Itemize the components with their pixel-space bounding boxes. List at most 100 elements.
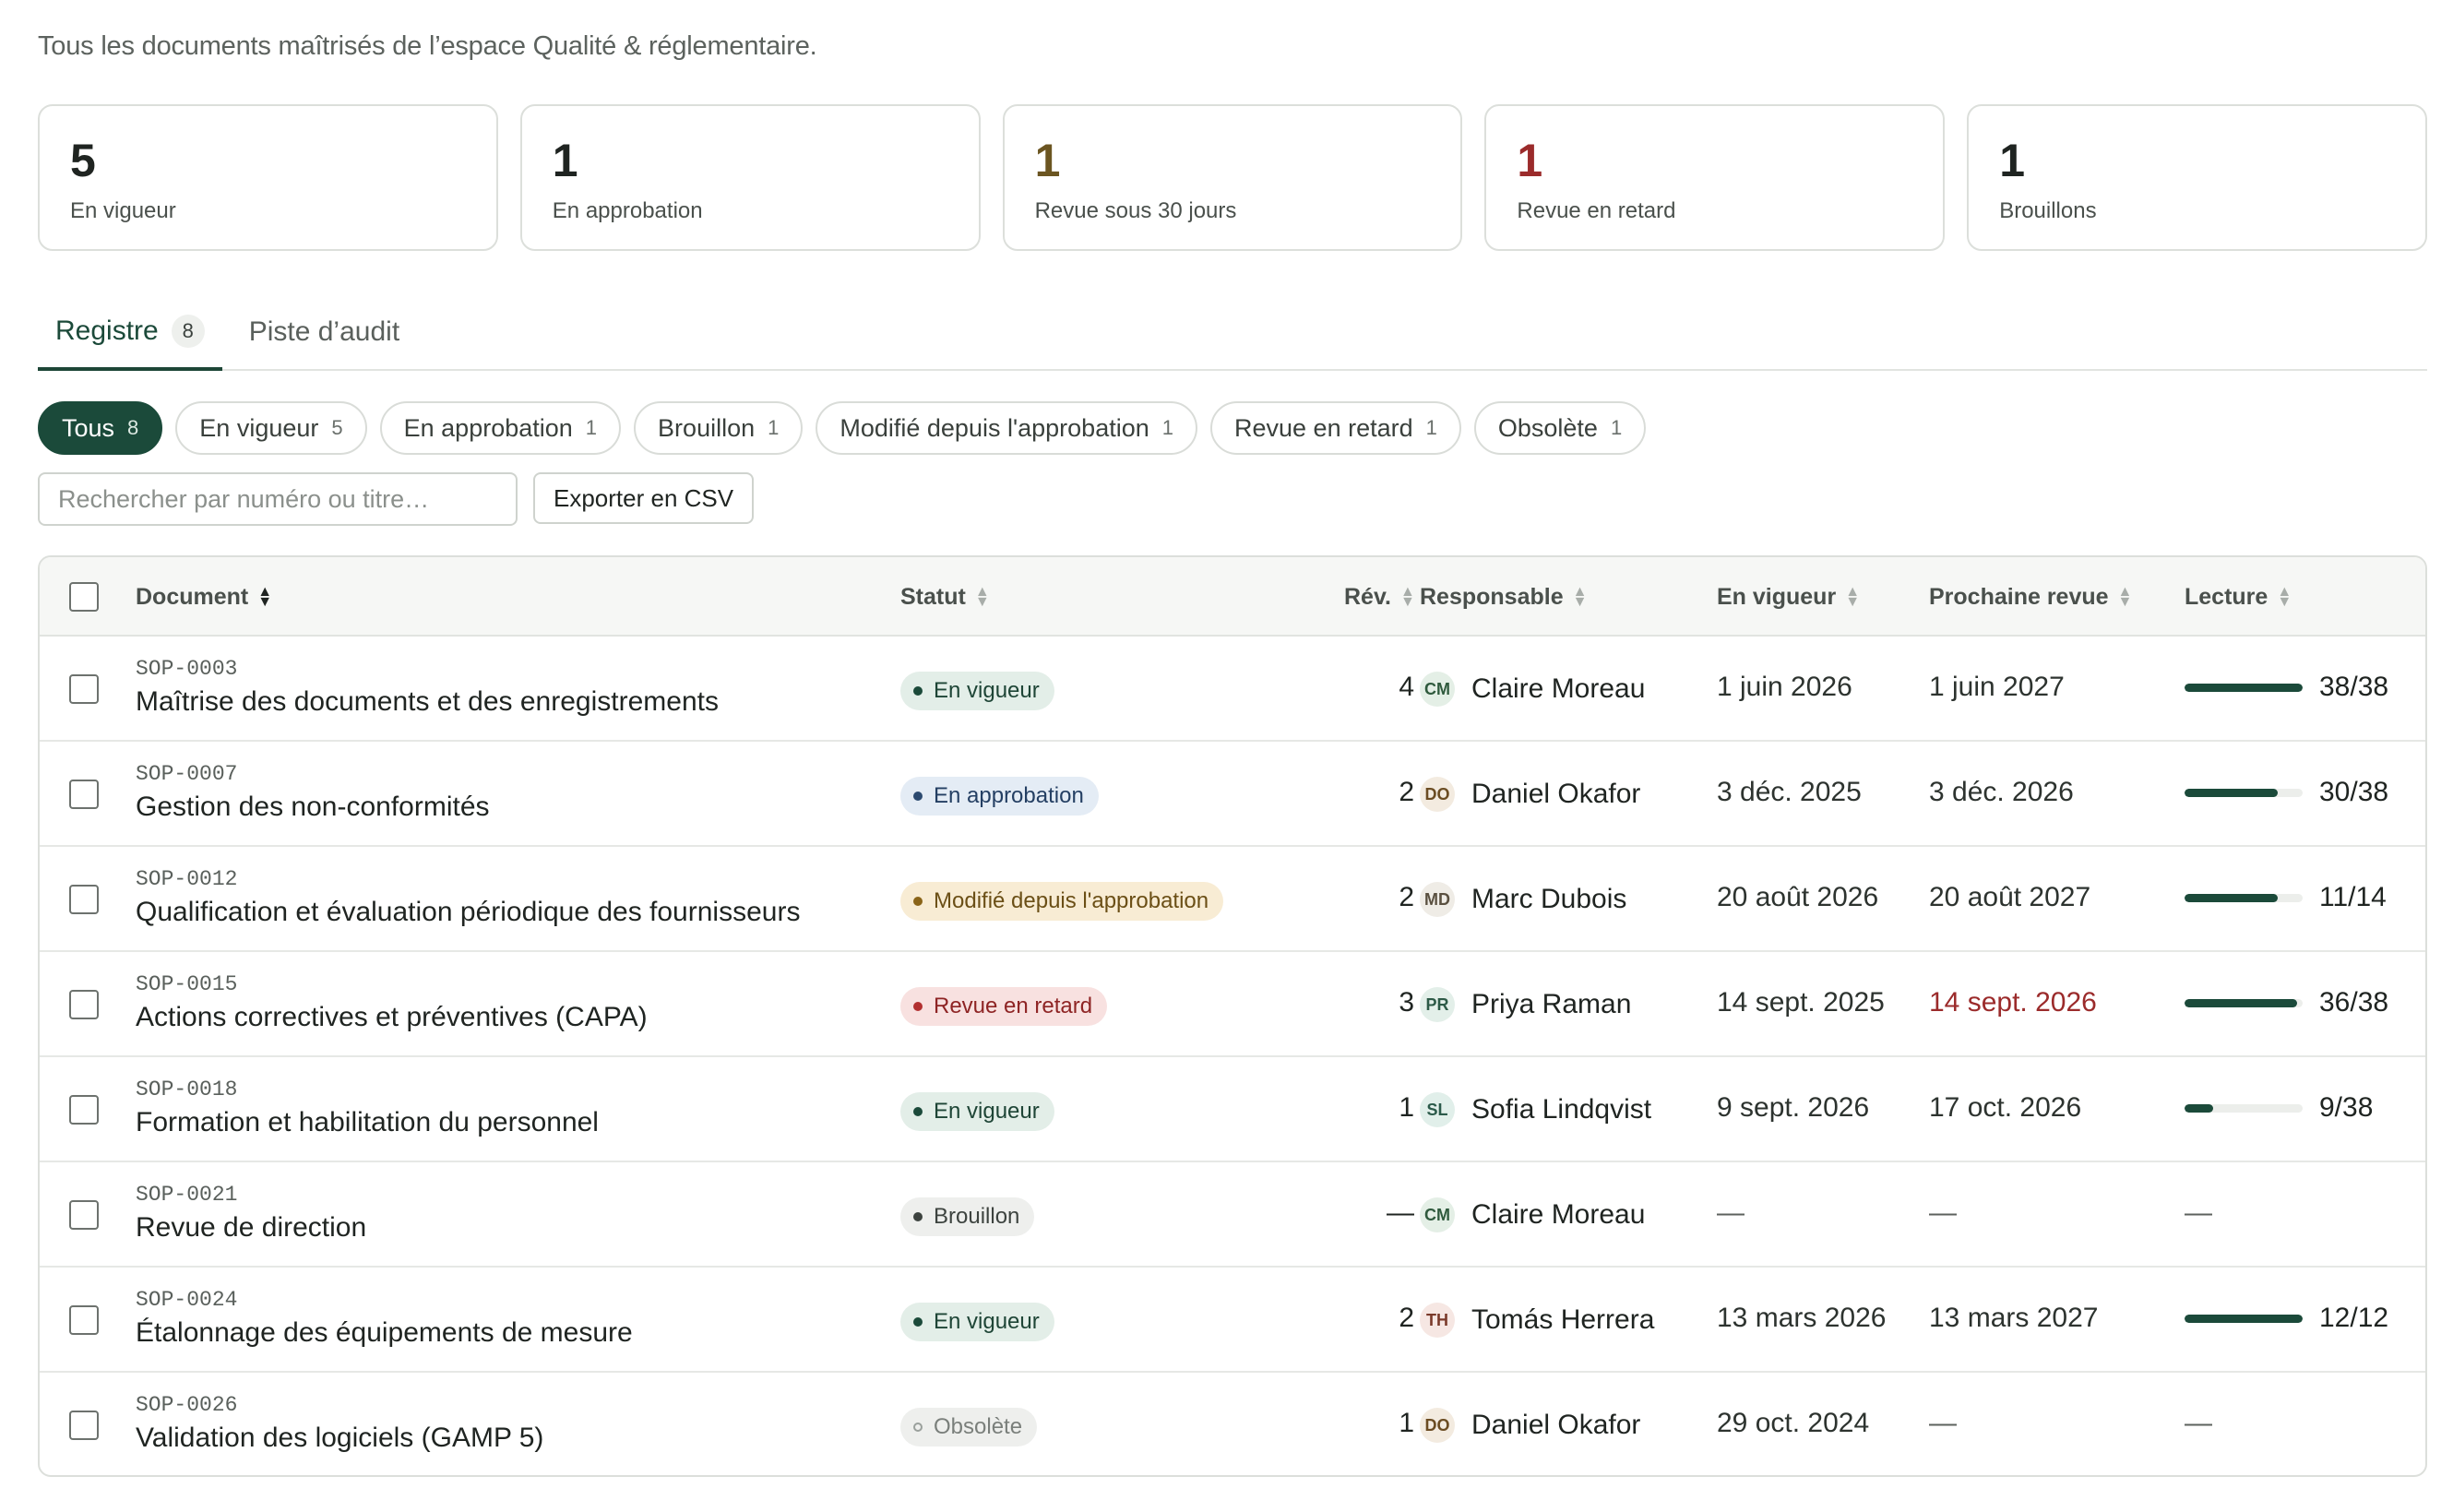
table-row[interactable]: SOP-0012 Qualification et évaluation pér…: [40, 847, 2425, 952]
status-label: Revue en retard: [934, 994, 1093, 1018]
row-checkbox[interactable]: [69, 1095, 99, 1125]
status-label: En vigueur: [934, 1309, 1040, 1334]
reading-progress: —: [2185, 1408, 2212, 1439]
status-badge: Brouillon: [900, 1197, 1035, 1236]
table-toolbar: Exporter en CSV: [38, 472, 755, 526]
chip-count: 1: [768, 416, 780, 439]
table-row[interactable]: SOP-0003 Maîtrise des documents et des e…: [40, 637, 2425, 742]
sort-icon: ▲ ▼: [257, 583, 273, 610]
reading-progress-bar: [2185, 893, 2303, 902]
tab-audit-trail[interactable]: Piste d’audit: [232, 295, 417, 369]
owner: MD Marc Dubois: [1420, 882, 1626, 917]
sort-icon: ▲ ▼: [974, 583, 990, 610]
stat-card-review-overdue[interactable]: 1 Revue en retard: [1484, 104, 1946, 251]
sort-icon: ▲ ▼: [1845, 583, 1861, 610]
row-checkbox[interactable]: [69, 1411, 99, 1440]
filter-chip-modified[interactable]: Modifié depuis l'approbation 1: [816, 401, 1197, 455]
column-header-status[interactable]: Statut ▲ ▼: [900, 557, 990, 637]
next-review-date: 3 déc. 2026: [1929, 777, 2074, 807]
reading-progress-fill: [2185, 1314, 2303, 1323]
column-header-owner[interactable]: Responsable ▲ ▼: [1420, 557, 1587, 637]
next-review-date: 1 juin 2027: [1929, 672, 2065, 702]
stat-card-review-soon[interactable]: 1 Revue sous 30 jours: [1002, 104, 1463, 251]
owner-name: Marc Dubois: [1471, 884, 1627, 914]
filter-chip-obsolete[interactable]: Obsolète 1: [1473, 401, 1647, 455]
filter-chip-overdue[interactable]: Revue en retard 1: [1210, 401, 1461, 455]
stat-value: 1: [1517, 135, 1543, 186]
column-label: Responsable: [1420, 583, 1564, 610]
effective-date: 29 oct. 2024: [1717, 1408, 1870, 1438]
document-number: SOP-0007: [136, 762, 238, 786]
stat-value: 1: [1999, 135, 2025, 186]
tab-registre[interactable]: Registre 8: [38, 295, 222, 371]
reading-progress-bar: [2185, 998, 2303, 1007]
table-row[interactable]: SOP-0007 Gestion des non-conformités En …: [40, 742, 2425, 847]
document-title[interactable]: Actions correctives et préventives (CAPA…: [136, 1002, 648, 1033]
row-checkbox[interactable]: [69, 674, 99, 704]
export-csv-button[interactable]: Exporter en CSV: [533, 472, 755, 524]
filter-chip-approval[interactable]: En approbation 1: [379, 401, 622, 455]
reading-count: —: [2185, 1197, 2212, 1228]
stat-card-effective[interactable]: 5 En vigueur: [38, 104, 498, 251]
filter-chip-draft[interactable]: Brouillon 1: [634, 401, 804, 455]
reading-count: 9/38: [2319, 1092, 2374, 1123]
column-header-effective[interactable]: En vigueur ▲ ▼: [1717, 557, 1860, 637]
table-row[interactable]: SOP-0024 Étalonnage des équipements de m…: [40, 1268, 2425, 1373]
reading-count: 38/38: [2319, 672, 2389, 702]
reading-progress: 30/38: [2185, 777, 2388, 808]
reading-progress-bar: [2185, 788, 2303, 797]
column-header-next-review[interactable]: Prochaine revue ▲ ▼: [1929, 557, 2132, 637]
table-row[interactable]: SOP-0015 Actions correctives et préventi…: [40, 952, 2425, 1057]
column-header-document[interactable]: Document ▲ ▼: [136, 557, 272, 637]
tab-label: Piste d’audit: [248, 316, 400, 347]
document-title[interactable]: Formation et habilitation du personnel: [136, 1107, 599, 1138]
chip-count: 8: [127, 416, 139, 439]
select-all-checkbox[interactable]: [69, 582, 99, 612]
table-row[interactable]: SOP-0026 Validation des logiciels (GAMP …: [40, 1373, 2425, 1475]
revision-number: 2: [1399, 882, 1414, 912]
document-title[interactable]: Revue de direction: [136, 1212, 366, 1244]
filter-chip-effective[interactable]: En vigueur 5: [175, 401, 367, 455]
owner-name: Daniel Okafor: [1471, 779, 1641, 809]
row-checkbox[interactable]: [69, 780, 99, 809]
reading-count: 11/14: [2319, 882, 2387, 912]
status-badge: Modifié depuis l'approbation: [900, 882, 1224, 921]
sort-icon: ▲ ▼: [2277, 583, 2292, 610]
effective-date: 14 sept. 2025: [1717, 987, 1885, 1018]
status-dot-icon: [913, 1423, 923, 1432]
status-label: En vigueur: [934, 678, 1040, 703]
document-number: SOP-0024: [136, 1288, 238, 1312]
row-checkbox[interactable]: [69, 1200, 99, 1230]
document-register-page: Tous les documents maîtrisés de l’espace…: [0, 0, 2453, 1512]
row-checkbox[interactable]: [69, 1305, 99, 1335]
document-title[interactable]: Gestion des non-conformités: [136, 792, 490, 823]
column-label: En vigueur: [1717, 583, 1837, 610]
table-row[interactable]: SOP-0021 Revue de direction Brouillon — …: [40, 1162, 2425, 1268]
document-title[interactable]: Qualification et évaluation périodique d…: [136, 897, 800, 928]
column-label: Document: [136, 583, 249, 610]
document-title[interactable]: Maîtrise des documents et des enregistre…: [136, 686, 719, 718]
table-row[interactable]: SOP-0018 Formation et habilitation du pe…: [40, 1057, 2425, 1162]
status-dot-icon: [913, 792, 923, 801]
document-title[interactable]: Validation des logiciels (GAMP 5): [136, 1423, 543, 1454]
document-number: SOP-0021: [136, 1183, 238, 1207]
row-checkbox[interactable]: [69, 990, 99, 1019]
filter-chip-all[interactable]: Tous 8: [38, 401, 163, 455]
effective-date: 13 mars 2026: [1717, 1303, 1887, 1333]
stat-card-drafts[interactable]: 1 Brouillons: [1967, 104, 2427, 251]
document-title[interactable]: Étalonnage des équipements de mesure: [136, 1317, 633, 1349]
column-header-reading[interactable]: Lecture ▲ ▼: [2185, 557, 2292, 637]
reading-progress: 36/38: [2185, 987, 2388, 1018]
status-badge: En vigueur: [900, 672, 1054, 710]
revision-number: 1: [1399, 1092, 1414, 1123]
status-badge: Obsolète: [900, 1408, 1038, 1447]
chip-count: 1: [1161, 416, 1173, 439]
stat-label: Revue en retard: [1517, 198, 1676, 223]
sort-icon: ▲ ▼: [1399, 583, 1415, 610]
search-input[interactable]: [38, 472, 518, 526]
column-header-rev[interactable]: Rév. ▲ ▼: [1344, 557, 1415, 637]
row-checkbox[interactable]: [69, 885, 99, 914]
next-review-date: 20 août 2027: [1929, 882, 2091, 912]
stat-card-approval[interactable]: 1 En approbation: [519, 104, 981, 251]
revision-number: 2: [1399, 777, 1414, 807]
